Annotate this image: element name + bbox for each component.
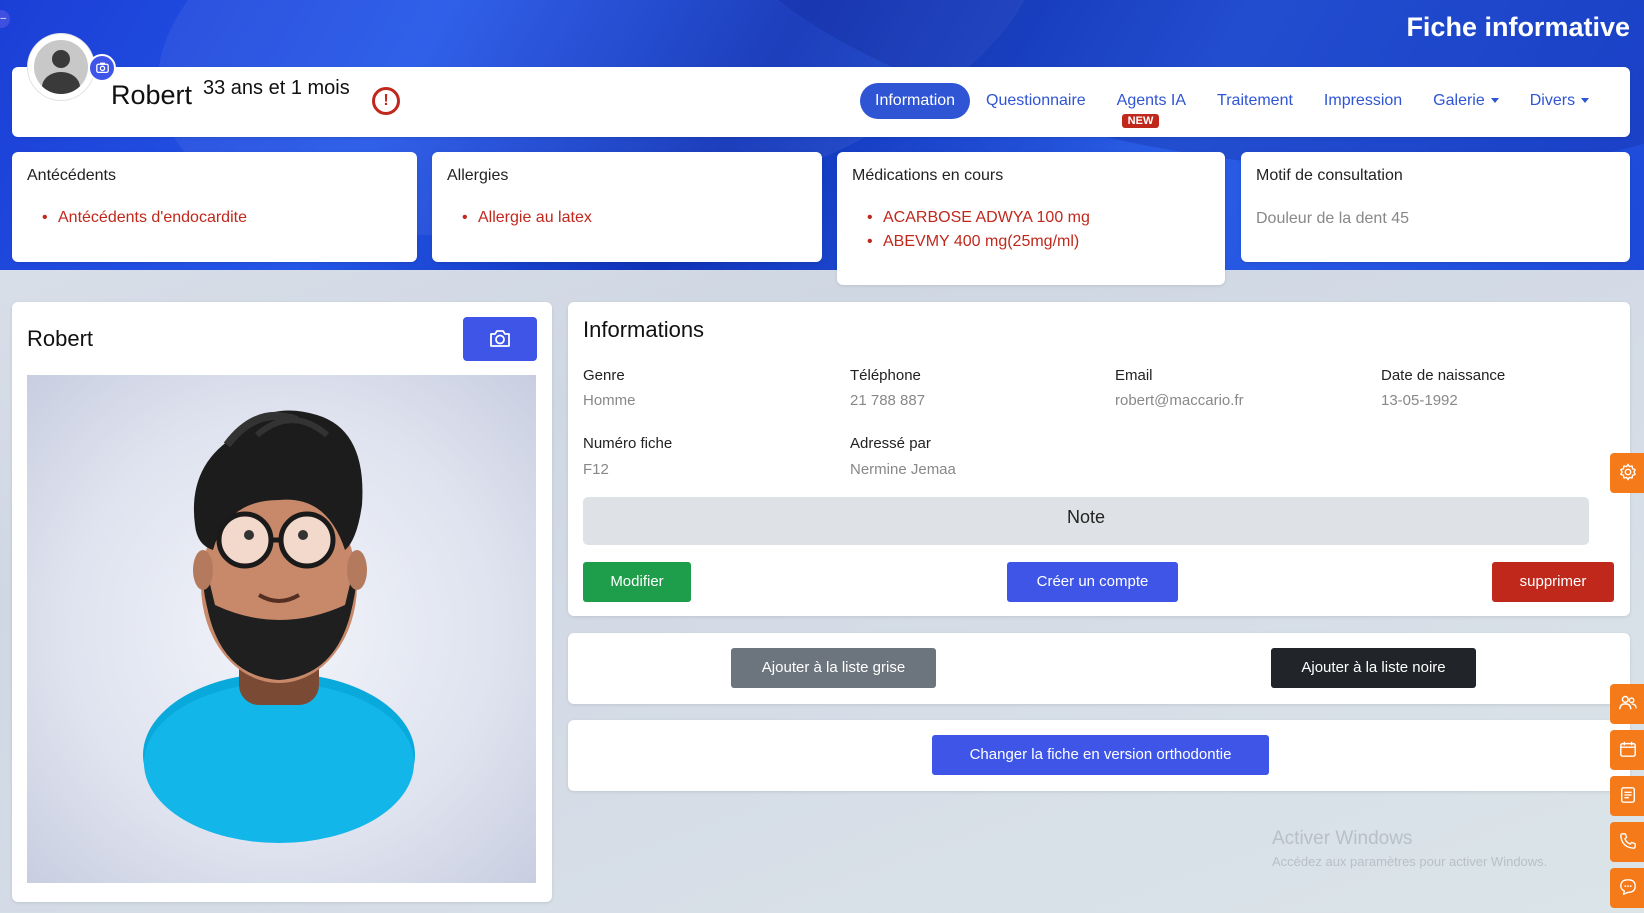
create-account-button[interactable]: Créer un compte (1007, 562, 1178, 602)
medications-list: ACARBOSE ADWYA 100 mg ABEVMY 400 mg(25mg… (867, 209, 1090, 257)
birthdate-value: 13-05-1992 (1381, 392, 1458, 409)
list-item: Allergie au latex (462, 209, 592, 227)
info-title: Informations (583, 317, 705, 342)
document-icon (1620, 787, 1636, 803)
tab-label: Agents IA (1116, 92, 1187, 109)
antecedents-card: Antécédents Antécédents d'endocardite (12, 152, 417, 262)
tab-label: Information (875, 92, 956, 109)
photo-card: Robert (12, 302, 552, 902)
list-item: Antécédents d'endocardite (42, 209, 247, 227)
windows-activation-watermark: Activer Windows Accédez aux paramètres p… (1272, 828, 1547, 869)
motif-card: Motif de consultation Douleur de la dent… (1241, 152, 1630, 262)
tab-impression[interactable]: Impression (1309, 83, 1417, 119)
gear-icon (1620, 463, 1636, 481)
grey-list-button[interactable]: Ajouter à la liste grise (731, 648, 936, 688)
calendar-tab[interactable] (1610, 730, 1644, 770)
birthdate-label: Date de naissance (1381, 367, 1506, 384)
tab-information[interactable]: Information (860, 83, 971, 119)
allergies-card: Allergies Allergie au latex (432, 152, 822, 262)
patient-name: Robert (111, 80, 193, 110)
tab-label: Impression (1323, 92, 1403, 109)
card-title: Allergies (447, 167, 509, 184)
settings-tab[interactable] (1610, 453, 1644, 493)
camera-icon (490, 330, 510, 347)
phone-tab[interactable] (1610, 822, 1644, 862)
note-toggle[interactable]: Note (583, 497, 1589, 545)
email-value: robert@maccario.fr (1115, 392, 1244, 409)
chevron-down-icon (1581, 98, 1590, 104)
ortho-card: Changer la fiche en version orthodontie (568, 720, 1630, 791)
alert-icon[interactable]: ! (372, 87, 400, 115)
info-card: Informations Genre Homme Téléphone 21 78… (568, 302, 1630, 616)
avatar-camera-icon[interactable] (88, 54, 116, 82)
watermark-line1: Activer Windows (1272, 828, 1413, 849)
chat-icon (1620, 879, 1636, 895)
delete-button[interactable]: supprimer (1492, 562, 1614, 602)
adresse-label: Adressé par (850, 435, 931, 452)
antecedents-list: Antécédents d'endocardite (42, 209, 247, 233)
lists-card: Ajouter à la liste grise Ajouter à la li… (568, 633, 1630, 704)
tab-galerie[interactable]: Galerie (1418, 83, 1514, 119)
avatar (28, 34, 94, 100)
genre-label: Genre (583, 367, 625, 384)
chat-tab[interactable] (1610, 868, 1644, 908)
tab-label: Galerie (1433, 92, 1485, 109)
tab-label: Divers (1529, 92, 1576, 109)
allergies-list: Allergie au latex (462, 209, 592, 233)
telephone-label: Téléphone (850, 367, 921, 384)
black-list-button[interactable]: Ajouter à la liste noire (1271, 648, 1476, 688)
telephone-value: 21 788 887 (850, 392, 926, 409)
adresse-value: Nermine Jemaa (850, 461, 956, 478)
watermark-line2: Accédez aux paramètres pour activer Wind… (1272, 854, 1548, 869)
card-title: Médications en cours (852, 167, 1004, 184)
main-nav: Information Questionnaire Agents IA NEW T… (860, 83, 1605, 128)
tab-label: Questionnaire (986, 92, 1086, 109)
card-title: Antécédents (27, 167, 116, 184)
users-icon (1619, 695, 1637, 710)
page-title: Fiche informative (1406, 12, 1630, 42)
users-tab[interactable] (1610, 684, 1644, 724)
motif-text: Douleur de la dent 45 (1256, 210, 1409, 227)
new-badge: NEW (1121, 114, 1160, 128)
upload-photo-button[interactable] (463, 317, 537, 361)
email-label: Email (1115, 367, 1153, 384)
phone-icon (1620, 833, 1636, 849)
patient-photo (27, 375, 536, 883)
tab-divers[interactable]: Divers (1515, 83, 1604, 119)
card-title: Motif de consultation (1256, 167, 1403, 184)
fiche-value: F12 (583, 461, 609, 478)
calendar-icon (1620, 741, 1636, 757)
tab-traitement[interactable]: Traitement (1202, 83, 1308, 119)
orthodontie-button[interactable]: Changer la fiche en version orthodontie (932, 735, 1269, 775)
genre-value: Homme (583, 392, 636, 409)
document-tab[interactable] (1610, 776, 1644, 816)
chevron-down-icon (1490, 98, 1499, 104)
tab-agents-ia[interactable]: Agents IA NEW (1102, 83, 1201, 128)
modifier-button[interactable]: Modifier (583, 562, 691, 602)
tab-questionnaire[interactable]: Questionnaire (971, 83, 1101, 119)
list-item: ACARBOSE ADWYA 100 mg (867, 209, 1090, 227)
fiche-label: Numéro fiche (583, 435, 673, 452)
medications-card: Médications en cours ACARBOSE ADWYA 100 … (837, 152, 1225, 285)
patient-age: 33 ans et 1 mois (203, 77, 350, 99)
tab-label: Traitement (1217, 92, 1293, 109)
photo-card-name: Robert (27, 326, 94, 351)
list-item: ABEVMY 400 mg(25mg/ml) (867, 233, 1090, 251)
